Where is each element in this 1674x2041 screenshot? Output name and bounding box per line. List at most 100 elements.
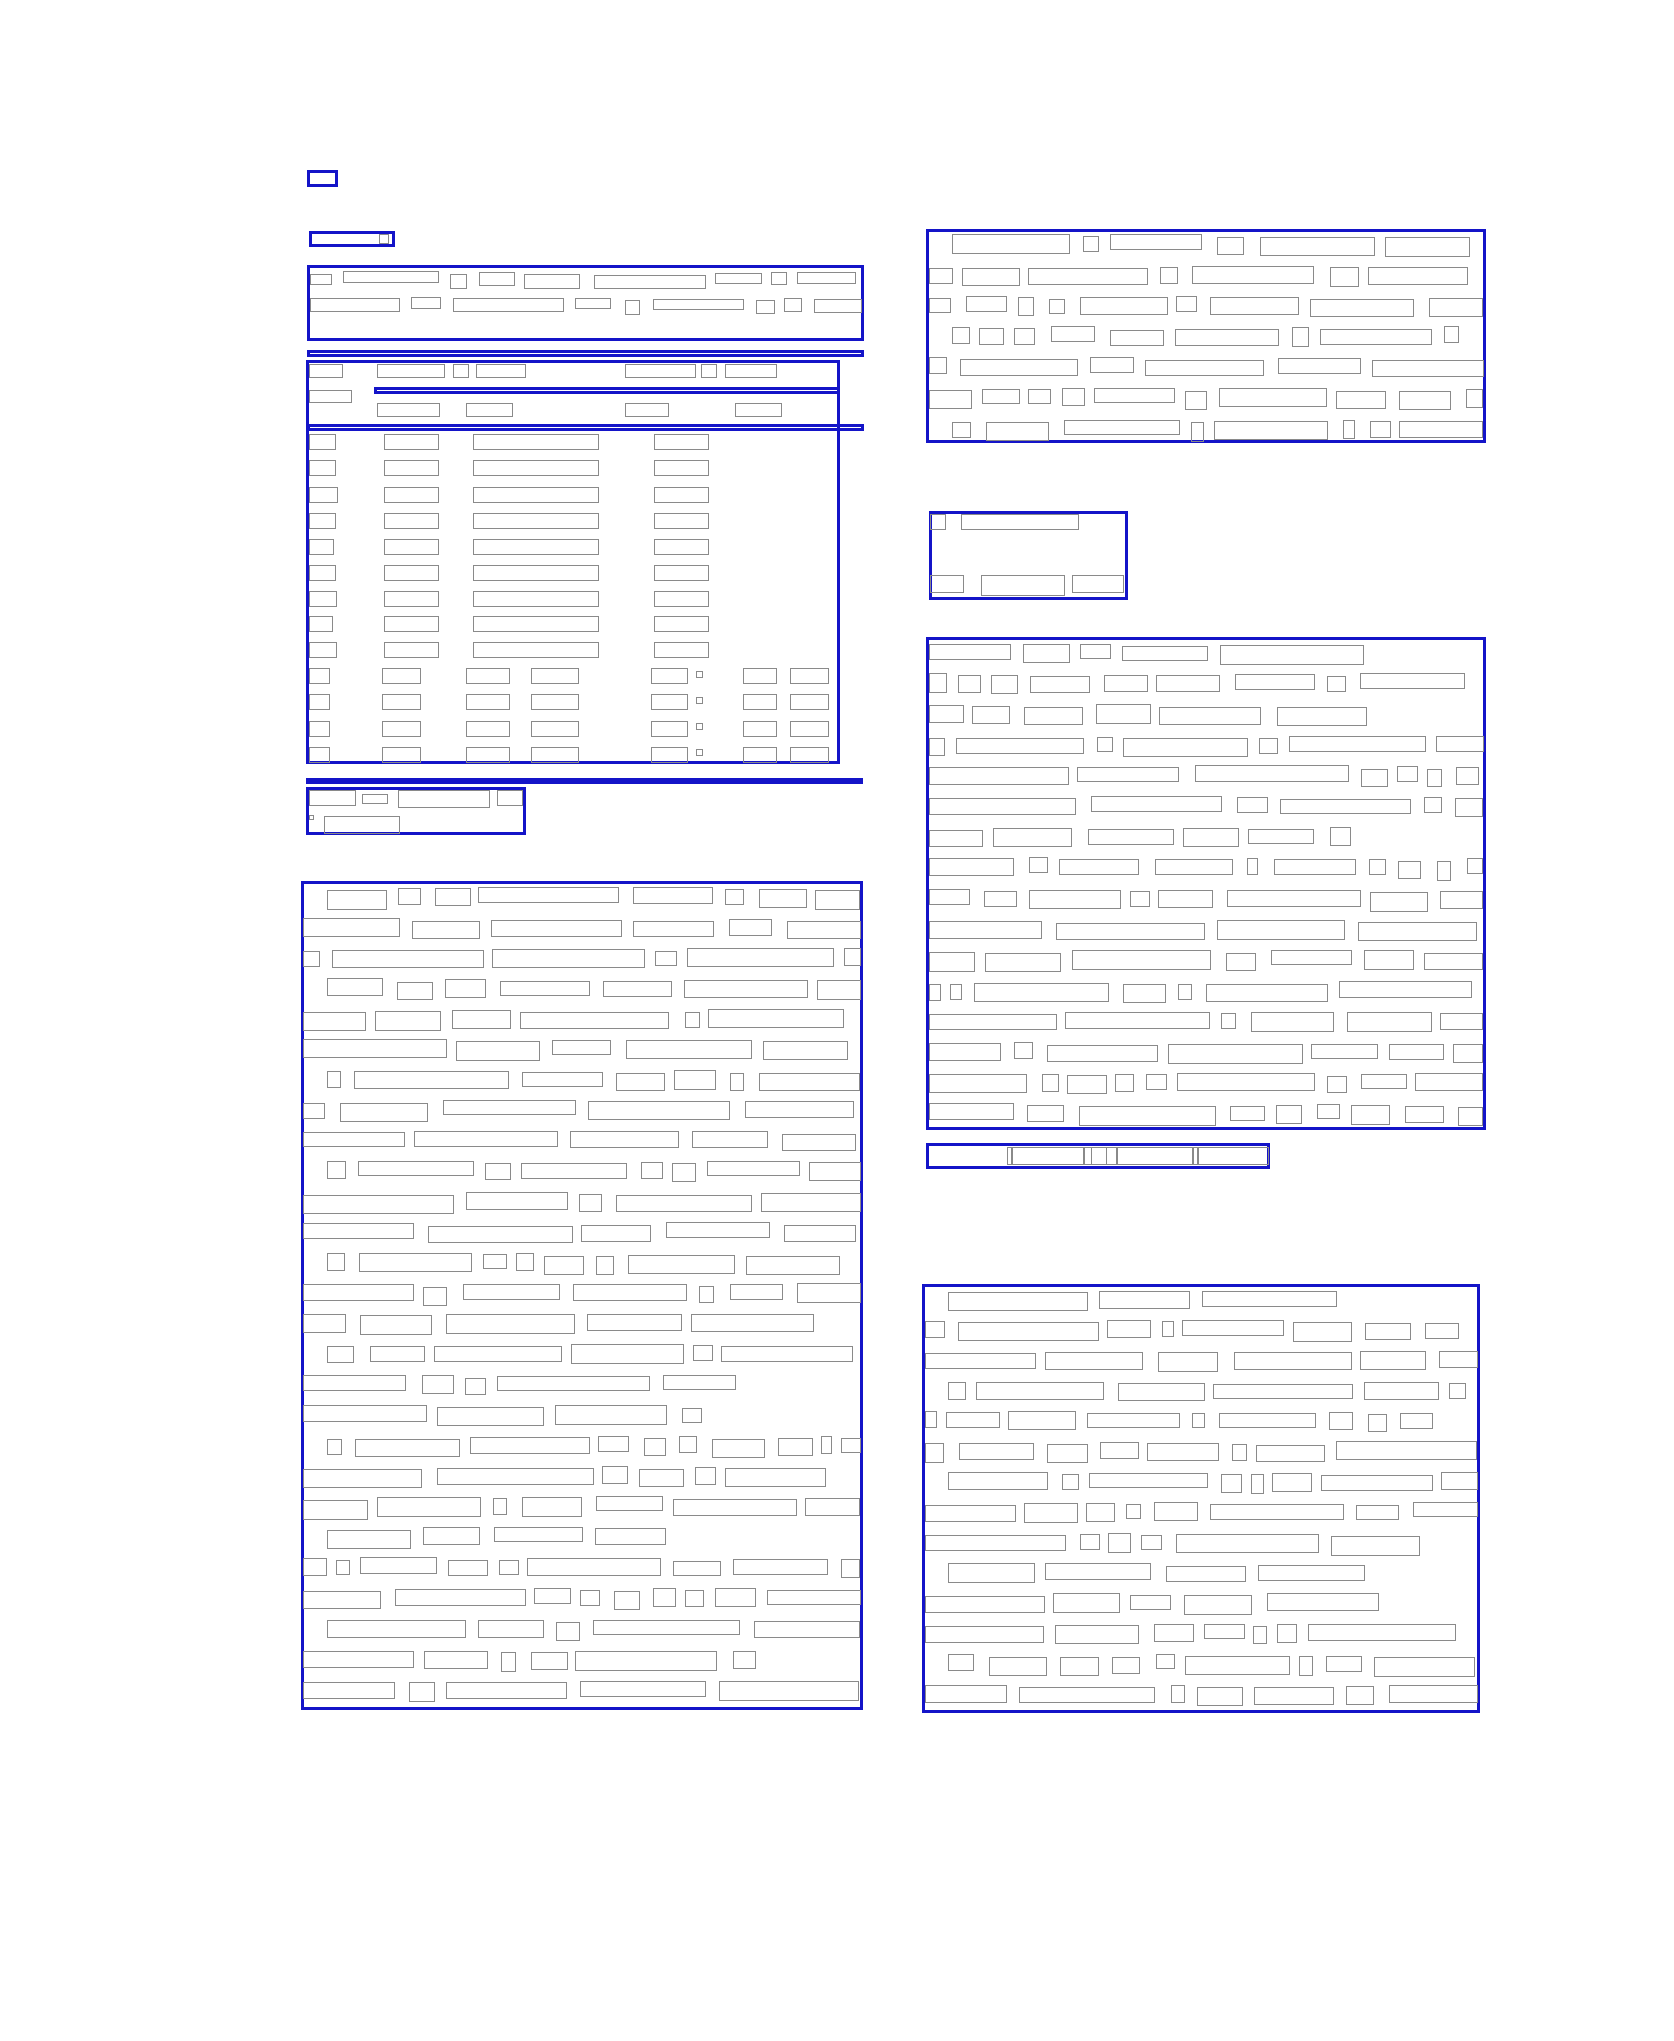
word-token — [478, 887, 619, 903]
word-token — [929, 644, 1011, 660]
word-token — [360, 1557, 437, 1574]
table-cell — [531, 721, 579, 737]
word-token — [841, 1438, 861, 1453]
word-token — [446, 1314, 575, 1334]
word-token — [1230, 1106, 1265, 1121]
word-token — [1398, 861, 1421, 879]
table-header-cell — [625, 364, 696, 378]
word-token — [414, 1131, 558, 1147]
word-token — [516, 1253, 534, 1271]
word-token — [1369, 859, 1386, 875]
word-token — [1088, 829, 1174, 845]
table-header-cell — [625, 403, 669, 417]
word-token — [1278, 358, 1361, 374]
word-token — [761, 1193, 861, 1212]
word-token — [303, 1132, 405, 1147]
table-cell — [531, 668, 579, 684]
word-token — [327, 1620, 466, 1638]
word-token — [1343, 420, 1355, 439]
word-token — [409, 1682, 435, 1702]
word-token — [544, 1256, 584, 1275]
word-token — [1156, 675, 1220, 692]
table-cell — [309, 487, 338, 503]
word-token — [1330, 267, 1359, 287]
word-token — [1141, 1535, 1162, 1550]
word-token — [360, 1315, 432, 1335]
word-token — [1086, 1503, 1115, 1522]
caption-token — [930, 575, 964, 593]
table-cell — [654, 539, 709, 555]
word-token — [377, 1497, 481, 1517]
page-marker — [307, 170, 338, 187]
word-token — [1146, 1074, 1167, 1090]
word-token — [500, 981, 590, 996]
word-token — [1453, 1044, 1483, 1063]
word-token — [1060, 1657, 1099, 1676]
word-token — [456, 1041, 540, 1061]
word-token — [1028, 389, 1051, 404]
word-token — [984, 891, 1017, 907]
table-header-cell — [309, 364, 343, 378]
word-token — [1399, 421, 1483, 438]
word-token — [962, 268, 1020, 286]
word-token — [1358, 922, 1477, 941]
table-cell — [531, 747, 579, 763]
word-token — [1271, 950, 1352, 965]
word-token — [1256, 1445, 1325, 1462]
word-token — [1365, 1323, 1411, 1340]
word-token — [1024, 1503, 1078, 1523]
word-token — [1361, 769, 1388, 787]
word-token — [1232, 1444, 1247, 1461]
word-token — [1065, 1012, 1210, 1029]
table-cell — [790, 668, 829, 684]
table-bottom-rule — [306, 778, 863, 784]
table-cell — [651, 668, 688, 684]
word-token — [1154, 1502, 1198, 1521]
word-token — [1008, 1411, 1076, 1430]
word-token — [494, 1527, 583, 1542]
word-token — [1185, 391, 1207, 410]
word-token — [729, 919, 772, 936]
word-token — [1154, 1624, 1194, 1642]
table-cell — [654, 591, 709, 607]
word-token — [1192, 1413, 1205, 1428]
word-token — [929, 889, 970, 905]
word-token — [483, 1254, 507, 1269]
table-cell — [466, 694, 510, 710]
word-token — [958, 1322, 1099, 1341]
table-cell — [473, 591, 599, 607]
word-token — [1321, 1475, 1433, 1491]
word-token — [1023, 644, 1070, 663]
word-token — [520, 1012, 669, 1029]
word-token — [1258, 1565, 1365, 1581]
word-token — [1310, 299, 1414, 317]
word-token — [303, 918, 400, 937]
word-token — [1253, 1626, 1267, 1644]
word-token — [1112, 1657, 1140, 1674]
word-token — [1100, 1442, 1139, 1459]
word-token — [303, 1375, 406, 1391]
table-cell — [384, 513, 439, 529]
word-token — [721, 1346, 853, 1362]
table-cell — [309, 539, 334, 555]
word-token — [1029, 890, 1121, 909]
word-token — [1226, 953, 1256, 971]
word-token — [805, 1498, 860, 1516]
word-token — [1364, 950, 1414, 970]
word-token — [699, 1286, 714, 1303]
table-header-cell — [476, 364, 526, 378]
word-token — [340, 1103, 428, 1122]
table-checkbox — [696, 749, 703, 756]
word-token — [453, 298, 564, 312]
word-token — [303, 1651, 414, 1668]
word-token — [1235, 674, 1315, 690]
word-token — [1062, 388, 1085, 406]
table-cell — [384, 642, 439, 658]
word-token — [844, 948, 861, 966]
word-token — [395, 1589, 526, 1606]
word-token — [303, 1500, 368, 1520]
word-token — [303, 1223, 414, 1239]
word-token — [1213, 1384, 1353, 1399]
word-token — [1272, 1473, 1312, 1492]
word-token — [925, 1443, 944, 1463]
